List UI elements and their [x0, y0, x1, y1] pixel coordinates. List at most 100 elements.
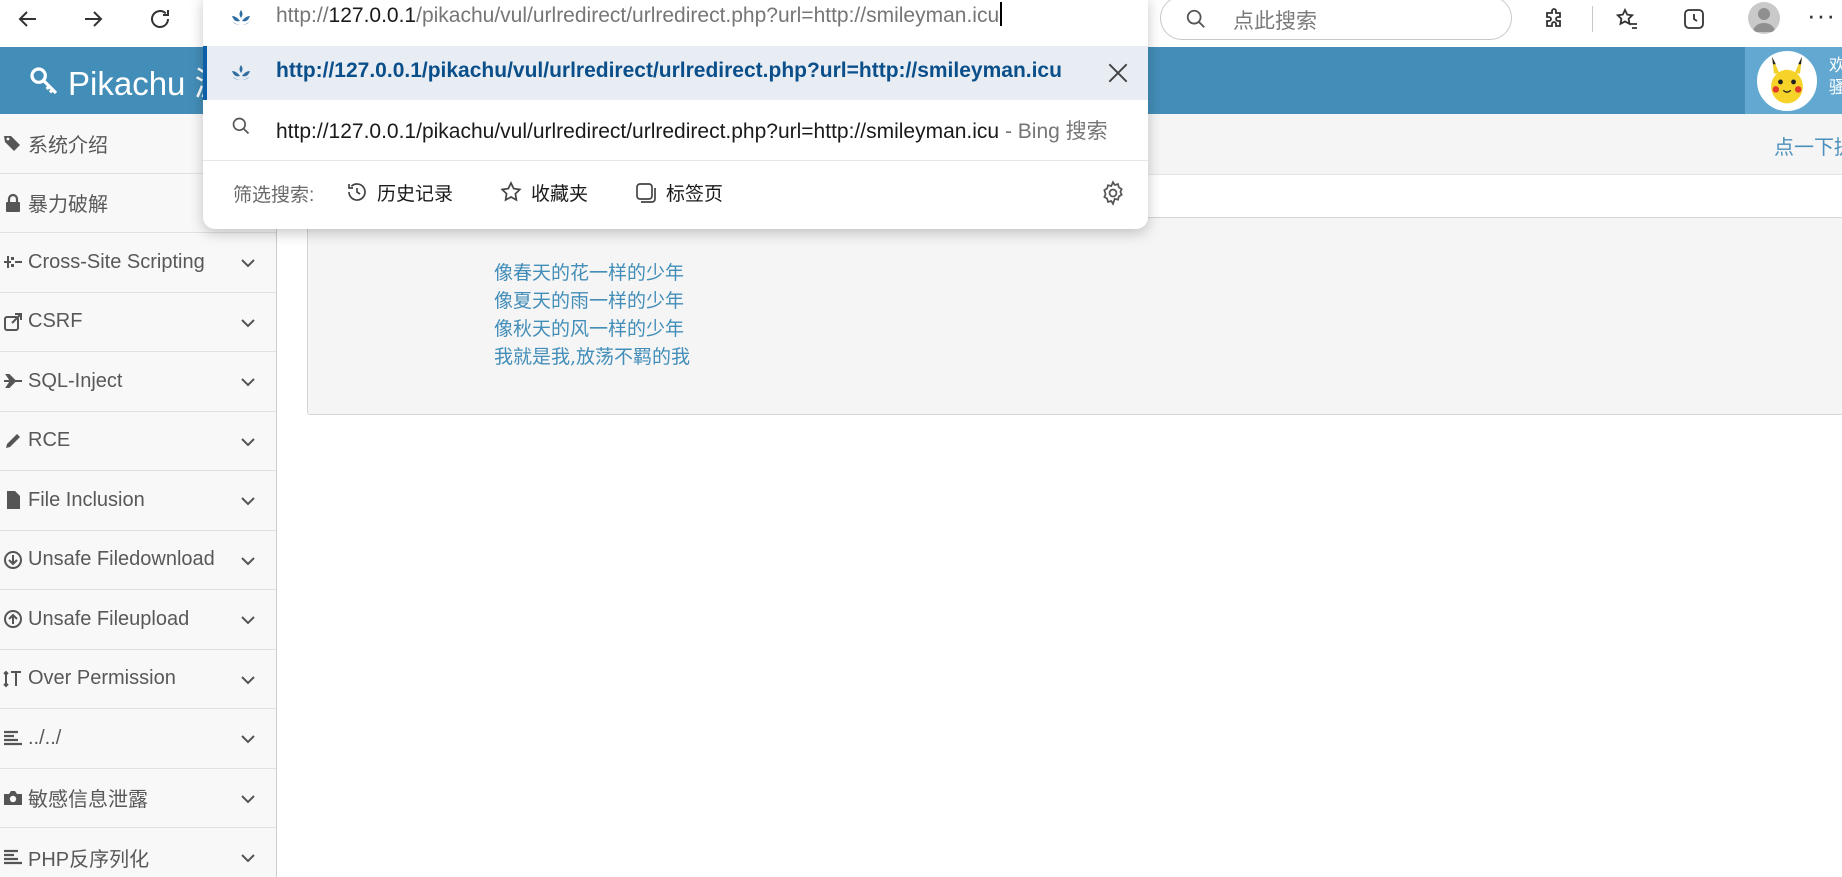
user-menu[interactable]: 欢 骚	[1745, 47, 1842, 114]
sidebar-item-label: CSRF	[28, 310, 83, 333]
search-icon	[1186, 9, 1205, 28]
forward-button[interactable]	[74, 2, 112, 36]
search-placeholder: 点此搜索	[1233, 9, 1317, 33]
redirect-links: 像春天的花一样的少年 像夏天的雨一样的少年 像秋天的风一样的少年 我就是我,放荡…	[494, 259, 690, 371]
star-icon	[500, 181, 522, 202]
plane-icon	[2, 370, 24, 392]
dropdown-divider	[203, 160, 1148, 161]
arrow-left-icon	[18, 11, 36, 27]
poem-link-1[interactable]: 像春天的花一样的少年	[494, 259, 690, 287]
sidebar-item-label: Over Permission	[28, 667, 176, 690]
text-cursor	[1000, 2, 1002, 26]
sidebar-item-label: SQL-Inject	[28, 369, 123, 392]
chevron-down-icon	[241, 854, 255, 863]
sidebar-item-file-inclusion[interactable]: File Inclusion	[0, 471, 276, 531]
sidebar-item-label: 系统介绍	[28, 134, 108, 157]
chevron-down-icon	[241, 497, 255, 506]
sidebar-item-dir-traversal[interactable]: ../../	[0, 709, 276, 769]
sidebar-item-info-leak[interactable]: 敏感信息泄露	[0, 768, 276, 828]
chevron-down-icon	[241, 735, 255, 744]
site-brand[interactable]: Pikachu 漏	[28, 57, 228, 105]
sidebar-item-label: 敏感信息泄露	[28, 789, 148, 812]
site-favicon-icon	[232, 65, 250, 80]
camera-icon	[2, 787, 24, 809]
sidebar-item-label: ../../	[28, 726, 62, 749]
pencil-icon	[2, 430, 24, 452]
sidebar-item-label: Unsafe Filedownload	[28, 548, 215, 571]
key-icon	[30, 67, 58, 95]
sidebar-item-filedownload[interactable]: Unsafe Filedownload	[0, 530, 276, 590]
text-height-icon	[2, 668, 24, 690]
selection-indicator	[203, 46, 207, 100]
sidebar-item-label: Cross-Site Scripting	[28, 250, 205, 273]
chevron-down-icon	[241, 318, 255, 327]
align-left-icon	[2, 727, 24, 749]
puzzle-icon	[1546, 8, 1561, 27]
poem-link-3[interactable]: 像秋天的风一样的少年	[494, 315, 690, 343]
address-bar-dropdown: http://127.0.0.1/pikachu/vul/urlredirect…	[203, 0, 1148, 229]
filter-favorites-button[interactable]: 收藏夹	[499, 176, 588, 208]
chevron-down-icon	[241, 378, 255, 387]
lock-icon	[2, 192, 24, 214]
sidebar-item-xss[interactable]: Cross-Site Scripting	[0, 233, 276, 293]
pikachu-avatar	[1757, 51, 1817, 111]
breadcrumb-hint-link[interactable]: 点一下提	[1774, 131, 1842, 160]
history-icon	[348, 183, 366, 201]
poem-link-2[interactable]: 像夏天的雨一样的少年	[494, 287, 690, 315]
suggestion-bing-search[interactable]: http://127.0.0.1/pikachu/vul/urlredirect…	[203, 100, 1148, 156]
sidebar-item-fileupload[interactable]: Unsafe Fileupload	[0, 590, 276, 650]
gear-icon[interactable]	[1100, 180, 1126, 206]
filter-history-button[interactable]: 历史记录	[345, 176, 453, 208]
download-circle-icon	[2, 549, 24, 571]
sidebar-item-php-unserialize[interactable]: PHP反序列化	[0, 828, 276, 877]
suggestion-url[interactable]: http://127.0.0.1/pikachu/vul/urlredirect…	[203, 46, 1148, 100]
suggestion-text: http://127.0.0.1/pikachu/vul/urlredirect…	[276, 59, 1062, 82]
profile-icon	[1753, 8, 1775, 32]
back-button[interactable]	[9, 2, 47, 36]
more-menu-icon[interactable]: ···	[1807, 0, 1836, 31]
tabs-icon	[636, 183, 656, 203]
suggestion-text: http://127.0.0.1/pikachu/vul/urlredirect…	[276, 120, 1108, 143]
sidebar-item-label: 暴力破解	[28, 194, 108, 217]
browser-search-box[interactable]: 点此搜索	[1160, 0, 1512, 40]
sidebar-item-rce[interactable]: RCE	[0, 411, 276, 471]
sliders-icon	[2, 251, 24, 273]
upload-circle-icon	[2, 608, 24, 630]
search-icon	[232, 117, 250, 135]
align-left-icon	[2, 846, 24, 868]
sidebar-item-csrf[interactable]: CSRF	[0, 292, 276, 352]
chevron-down-icon	[241, 675, 255, 684]
chevron-down-icon	[241, 437, 255, 446]
user-greeting: 欢 骚	[1829, 56, 1842, 97]
sidebar-item-sqli[interactable]: SQL-Inject	[0, 352, 276, 412]
extensions-button[interactable]	[1536, 2, 1574, 36]
share-square-icon	[2, 311, 24, 333]
site-favicon-icon	[232, 10, 250, 25]
poem-link-4[interactable]: 我就是我,放荡不羁的我	[494, 343, 690, 371]
close-icon[interactable]	[1105, 60, 1131, 86]
sidebar-item-label: PHP反序列化	[28, 848, 150, 871]
sidebar-item-label: File Inclusion	[28, 488, 145, 511]
favorites-button[interactable]	[1608, 2, 1646, 36]
chevron-down-icon	[241, 616, 255, 625]
search-filter-bar: 筛选搜索: 历史记录 收藏夹 标签页	[203, 172, 1148, 212]
chevron-down-icon	[241, 794, 255, 803]
toolbar-divider	[1592, 6, 1593, 32]
refresh-button[interactable]	[141, 2, 179, 36]
sidebar-item-over-permission[interactable]: Over Permission	[0, 649, 276, 709]
history-button[interactable]	[1675, 2, 1713, 36]
sidebar-item-label: Unsafe Fileupload	[28, 607, 190, 630]
star-list-icon	[1615, 7, 1637, 29]
arrow-right-icon	[85, 11, 103, 27]
address-bar-text: http://127.0.0.1/pikachu/vul/urlredirect…	[276, 2, 1002, 28]
chevron-down-icon	[241, 259, 255, 268]
sidebar-item-label: RCE	[28, 429, 71, 452]
refresh-icon	[151, 10, 169, 28]
profile-button[interactable]	[1748, 2, 1780, 34]
address-bar[interactable]: http://127.0.0.1/pikachu/vul/urlredirect…	[203, 0, 1148, 40]
chevron-down-icon	[241, 556, 255, 565]
filter-tabs-button[interactable]: 标签页	[634, 176, 723, 208]
filter-label: 筛选搜索:	[233, 185, 315, 206]
history-icon	[1684, 9, 1704, 29]
tags-icon	[2, 132, 24, 154]
